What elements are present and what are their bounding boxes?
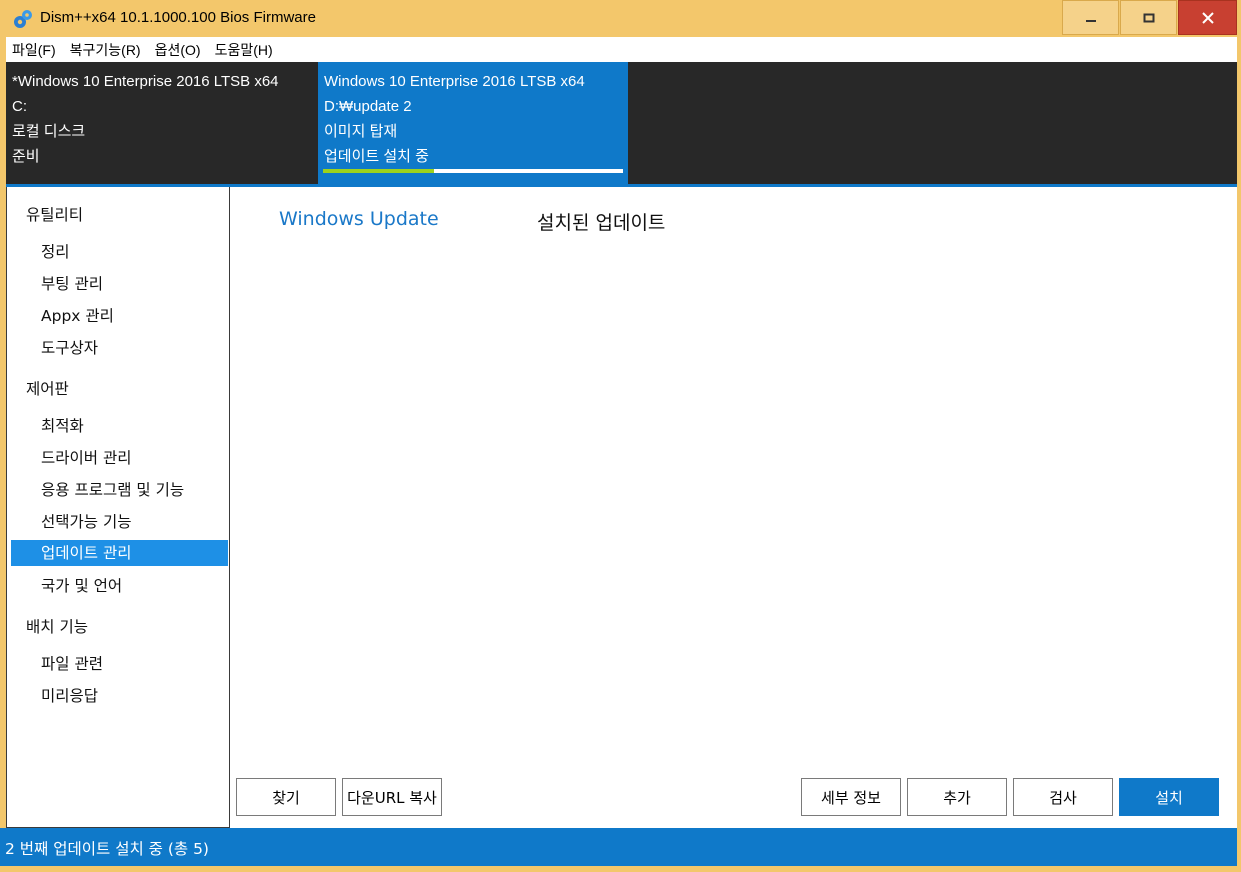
menu-file[interactable]: 파일(F): [6, 40, 62, 60]
image-type: 로컬 디스크: [12, 123, 86, 140]
sidebar-item-appx[interactable]: Appx 관리: [11, 303, 228, 329]
sidebar-item-answer-file[interactable]: 미리응답: [11, 683, 228, 709]
add-button[interactable]: 추가: [907, 778, 1007, 816]
sidebar-item-language[interactable]: 국가 및 언어: [11, 573, 228, 599]
install-progress-fill: [323, 169, 434, 173]
image-card-local[interactable]: *Windows 10 Enterprise 2016 LTSB x64 C: …: [6, 62, 315, 184]
status-bar: 2 번째 업데이트 설치 중 (총 5): [0, 828, 1237, 866]
close-icon: [1201, 11, 1214, 24]
menu-help[interactable]: 도움말(H): [209, 40, 279, 60]
image-path: D:₩update 2: [324, 98, 412, 115]
install-progress-bar: [323, 169, 623, 173]
window-title: Dism++x64 10.1.1000.100 Bios Firmware: [40, 9, 316, 26]
menu-options[interactable]: 옵션(O): [149, 40, 207, 60]
maximize-button[interactable]: [1120, 0, 1177, 35]
title-bar[interactable]: Dism++x64 10.1.1000.100 Bios Firmware: [0, 0, 1241, 37]
sidebar-item-toolbox[interactable]: 도구상자: [11, 335, 228, 361]
image-header: *Windows 10 Enterprise 2016 LTSB x64 C: …: [6, 62, 1237, 184]
close-button[interactable]: [1178, 0, 1237, 35]
app-window: Dism++x64 10.1.1000.100 Bios Firmware 파일…: [0, 0, 1241, 872]
sidebar-group-control-panel[interactable]: 제어판: [26, 377, 69, 399]
image-state: 업데이트 설치 중: [324, 148, 429, 165]
sidebar-item-apps[interactable]: 응용 프로그램 및 기능: [11, 477, 228, 503]
sidebar-item-optimize[interactable]: 최적화: [11, 413, 228, 439]
image-path: C:: [12, 98, 27, 115]
search-button[interactable]: 찾기: [236, 778, 336, 816]
image-card-mounted[interactable]: Windows 10 Enterprise 2016 LTSB x64 D:₩u…: [318, 62, 628, 184]
minimize-button[interactable]: [1062, 0, 1119, 35]
install-button[interactable]: 설치: [1119, 778, 1219, 816]
menu-recovery[interactable]: 복구기능(R): [64, 40, 147, 60]
tab-windows-update[interactable]: Windows Update: [279, 208, 439, 230]
sidebar-item-features[interactable]: 선택가능 기능: [11, 509, 228, 535]
sidebar-group-utilities[interactable]: 유틸리티: [26, 203, 83, 225]
restore-icon: [1143, 13, 1154, 22]
main-body: 유틸리티 정리 부팅 관리 Appx 관리 도구상자 제어판 최적화 드라이버 …: [6, 187, 1237, 828]
image-type: 이미지 탑재: [324, 123, 398, 140]
update-panel: Windows Update 설치된 업데이트 찾기 다운URL 복사 세부 정…: [230, 187, 1237, 828]
tab-installed-updates[interactable]: 설치된 업데이트: [537, 208, 665, 235]
copy-download-url-button[interactable]: 다운URL 복사: [342, 778, 442, 816]
image-name: Windows 10 Enterprise 2016 LTSB x64: [324, 73, 585, 90]
minimize-icon: [1085, 19, 1096, 22]
sidebar-item-boot[interactable]: 부팅 관리: [11, 271, 228, 297]
sidebar-item-drivers[interactable]: 드라이버 관리: [11, 445, 228, 471]
scan-button[interactable]: 검사: [1013, 778, 1113, 816]
details-button[interactable]: 세부 정보: [801, 778, 901, 816]
gear-app-icon: [14, 10, 32, 28]
sidebar-item-files[interactable]: 파일 관련: [11, 651, 228, 677]
sidebar-item-cleanup[interactable]: 정리: [11, 239, 228, 265]
image-name: *Windows 10 Enterprise 2016 LTSB x64: [12, 73, 279, 90]
status-text: 2 번째 업데이트 설치 중 (총 5): [5, 840, 209, 858]
image-state: 준비: [12, 148, 40, 165]
menu-bar: 파일(F) 복구기능(R) 옵션(O) 도움말(H): [6, 37, 1237, 62]
sidebar-group-deployment[interactable]: 배치 기능: [26, 615, 88, 637]
sidebar: 유틸리티 정리 부팅 관리 Appx 관리 도구상자 제어판 최적화 드라이버 …: [6, 187, 230, 828]
sidebar-item-updates[interactable]: 업데이트 관리: [11, 540, 228, 566]
